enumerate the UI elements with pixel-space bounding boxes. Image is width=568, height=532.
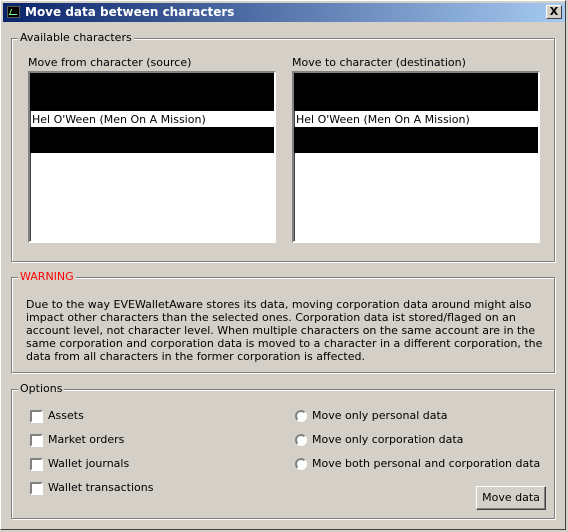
available-characters-legend: Available characters	[18, 31, 134, 44]
assets-label[interactable]: Assets	[48, 409, 84, 422]
available-characters-group: Available characters Move from character…	[11, 31, 555, 262]
source-list-item[interactable]	[30, 73, 274, 111]
destination-list-item[interactable]	[294, 127, 538, 153]
source-list-item[interactable]	[30, 127, 274, 153]
both-data-radio[interactable]	[295, 458, 307, 470]
source-label: Move from character (source)	[28, 56, 192, 69]
options-legend: Options	[18, 382, 65, 395]
market-orders-checkbox[interactable]	[30, 434, 43, 447]
options-group: Options Assets Market orders Wallet jour…	[11, 382, 555, 519]
wallet-journals-checkbox[interactable]	[30, 458, 43, 471]
personal-only-label[interactable]: Move only personal data	[312, 409, 448, 422]
source-listbox[interactable]: Hel O'Ween (Men On A Mission)	[28, 71, 276, 243]
warning-legend: WARNING	[18, 270, 76, 283]
destination-label: Move to character (destination)	[292, 56, 466, 69]
source-list-item[interactable]: Hel O'Ween (Men On A Mission)	[32, 113, 274, 127]
market-orders-label[interactable]: Market orders	[48, 433, 124, 446]
corporation-only-radio[interactable]	[295, 434, 307, 446]
warning-text: Due to the way EVEWalletAware stores its…	[26, 298, 543, 363]
move-data-button[interactable]: Move data	[476, 486, 546, 510]
destination-list-item[interactable]: Hel O'Ween (Men On A Mission)	[296, 113, 538, 127]
warning-group: WARNING Due to the way EVEWalletAware st…	[11, 270, 555, 373]
wallet-transactions-label[interactable]: Wallet transactions	[48, 481, 153, 494]
destination-listbox[interactable]: Hel O'Ween (Men On A Mission)	[292, 71, 540, 243]
window-title: Move data between characters	[25, 5, 235, 19]
title-bar[interactable]: Move data between characters X	[3, 3, 565, 22]
corporation-only-label[interactable]: Move only corporation data	[312, 433, 463, 446]
wallet-journals-label[interactable]: Wallet journals	[48, 457, 129, 470]
assets-checkbox[interactable]	[30, 410, 43, 423]
destination-list-item[interactable]	[294, 73, 538, 111]
personal-only-radio[interactable]	[295, 410, 307, 422]
app-icon	[7, 6, 20, 18]
wallet-transactions-checkbox[interactable]	[30, 482, 43, 495]
close-button[interactable]: X	[546, 5, 562, 19]
dialog-window: Move data between characters X Available…	[0, 0, 566, 530]
both-data-label[interactable]: Move both personal and corporation data	[312, 457, 540, 470]
